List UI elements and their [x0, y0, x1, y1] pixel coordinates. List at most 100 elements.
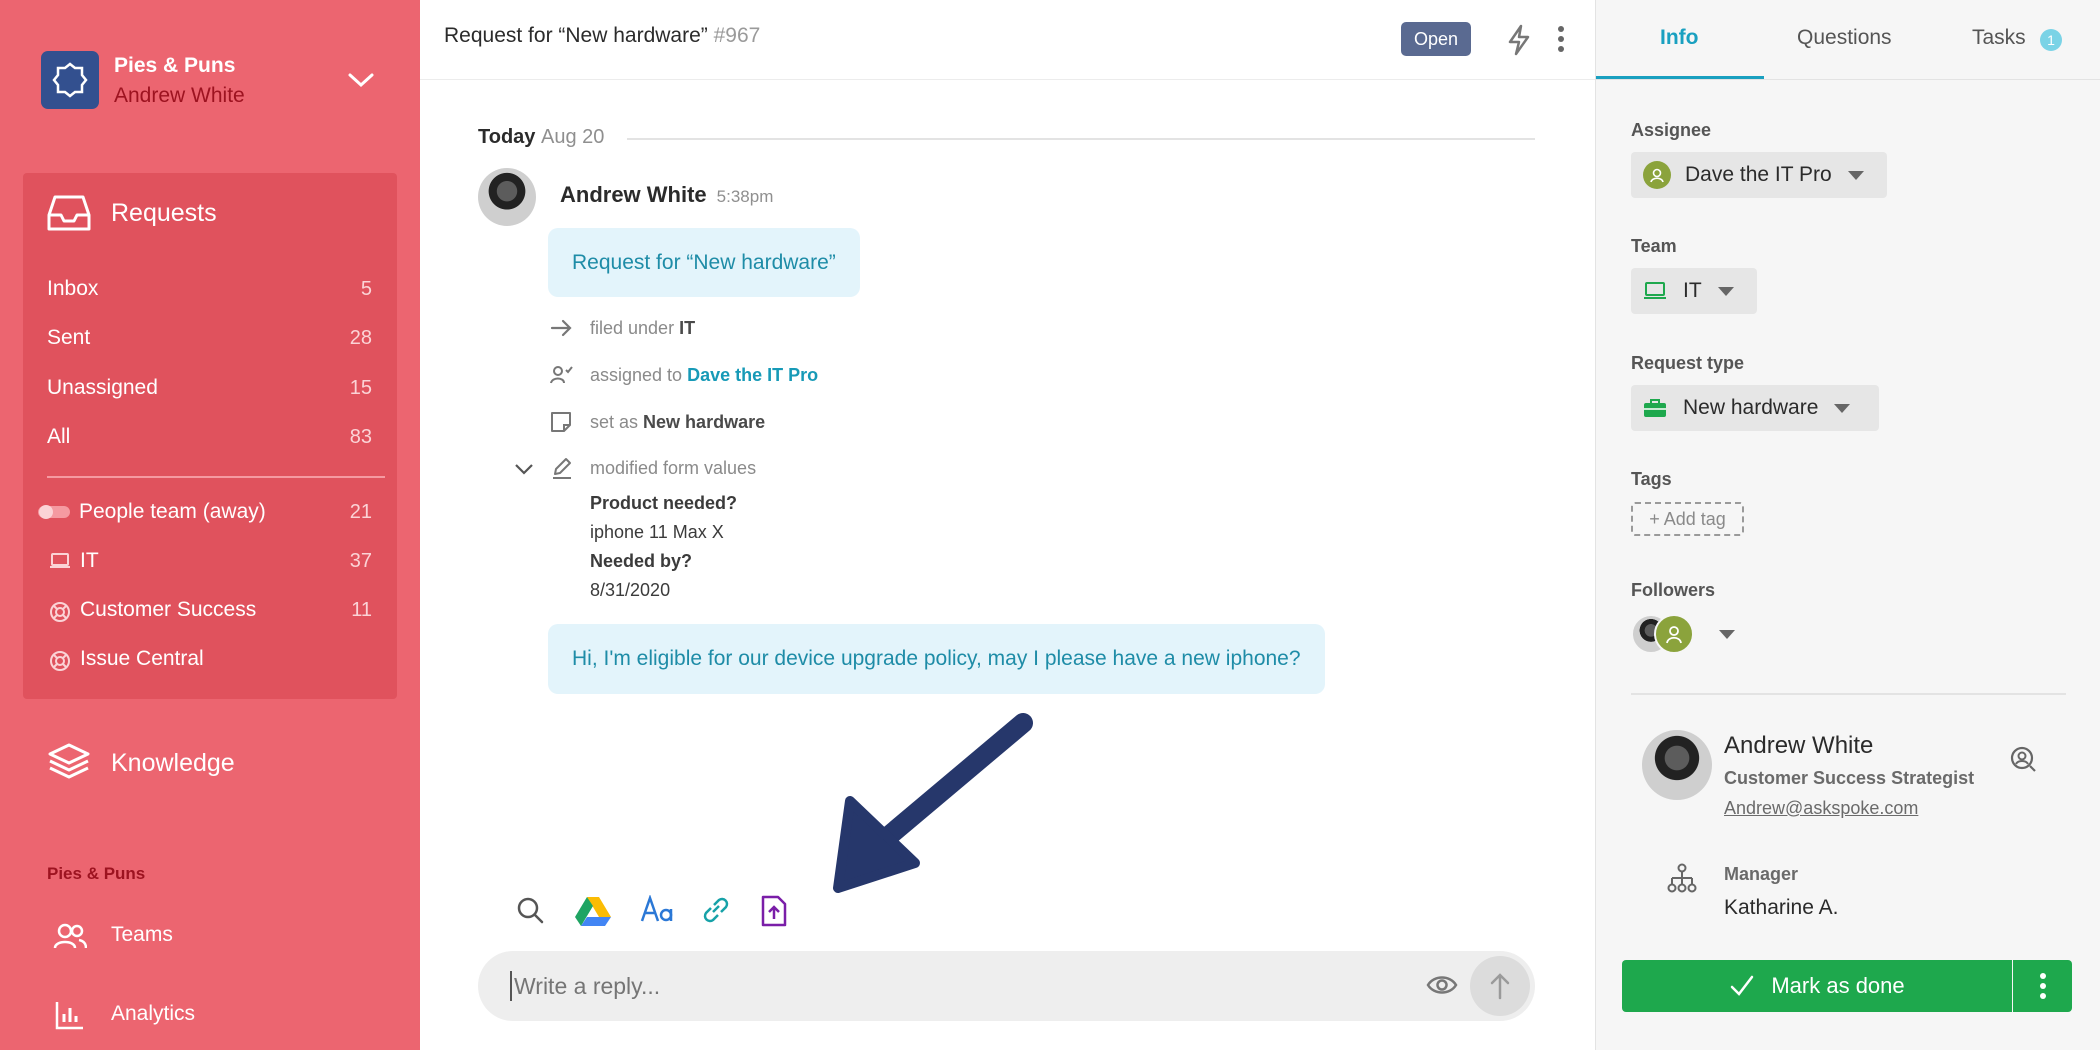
- panel-divider: [1631, 693, 2066, 695]
- message-bubble: Request for “New hardware”: [548, 228, 860, 297]
- chevron-down-icon[interactable]: [514, 462, 534, 476]
- reply-input[interactable]: [510, 971, 1410, 1001]
- arrow-right-icon: [550, 318, 574, 338]
- request-type-value: New hardware: [1683, 396, 1819, 419]
- knowledge-heading[interactable]: Knowledge: [111, 749, 235, 778]
- sidebar-item-customer-success[interactable]: Customer Success: [80, 598, 256, 622]
- tasks-count-badge: 1: [2040, 29, 2062, 51]
- mark-as-done-label: Mark as done: [1771, 973, 1905, 998]
- more-options-button[interactable]: [2013, 960, 2072, 1012]
- people-team-count: 21: [349, 501, 372, 523]
- form-answer-needed-by: 8/31/2020: [590, 580, 671, 600]
- team-label: Team: [1631, 236, 1677, 256]
- text-format-icon[interactable]: [640, 895, 674, 925]
- sidebar-item-it[interactable]: IT: [80, 549, 99, 573]
- request-type-select[interactable]: New hardware: [1631, 385, 1879, 431]
- workspace-logo[interactable]: [41, 51, 99, 109]
- sidebar-item-teams[interactable]: Teams: [111, 923, 173, 947]
- assignee-link[interactable]: Dave the IT Pro: [687, 365, 818, 385]
- event-set: set as New hardware: [590, 412, 765, 433]
- reply-composer: [478, 951, 1535, 1021]
- caret-down-icon: [1847, 170, 1864, 180]
- profile-name: Andrew White: [1724, 732, 1874, 759]
- arrow-up-icon: [1490, 973, 1510, 1000]
- more-vertical-icon: [2039, 973, 2046, 999]
- follower-avatar[interactable]: [1654, 614, 1694, 654]
- conversation-pane: Request for “New hardware” #967 Open Tod…: [420, 0, 1595, 1050]
- layers-icon: [47, 742, 91, 782]
- profile-email[interactable]: Andrew@askspoke.com: [1724, 798, 1918, 819]
- lifebuoy-icon: [49, 601, 71, 623]
- org-chart-icon: [1667, 863, 1697, 893]
- event-assigned-prefix: assigned to: [590, 365, 683, 385]
- workspace-name: Pies & Puns: [114, 54, 236, 77]
- toggle-off-icon[interactable]: [37, 504, 71, 520]
- note-icon: [550, 411, 572, 433]
- tab-questions[interactable]: Questions: [1797, 26, 1892, 50]
- more-vertical-icon[interactable]: [1556, 25, 1566, 53]
- assignee-label: Assignee: [1631, 120, 1712, 140]
- sidebar-divider: [47, 476, 385, 478]
- sidebar-item-sent[interactable]: Sent: [47, 326, 90, 350]
- avatar[interactable]: [478, 168, 536, 226]
- sidebar-item-all[interactable]: All: [47, 425, 70, 449]
- add-tag-button[interactable]: + Add tag: [1631, 502, 1744, 536]
- customer-success-count: 11: [351, 599, 372, 621]
- laptop-icon: [1643, 281, 1667, 301]
- form-answer-product: iphone 11 Max X: [590, 522, 724, 542]
- file-upload-icon[interactable]: [760, 895, 788, 927]
- request-type-label: Request type: [1631, 353, 1745, 373]
- event-modified: modified form values: [590, 458, 757, 478]
- eye-icon[interactable]: [1426, 973, 1458, 997]
- sidebar-item-analytics[interactable]: Analytics: [111, 1002, 195, 1026]
- google-drive-icon[interactable]: [575, 895, 611, 927]
- unassigned-count: 15: [349, 377, 372, 399]
- message-time: 5:38pm: [716, 187, 774, 206]
- manager-name: Katharine A.: [1724, 896, 1839, 919]
- tab-info[interactable]: Info: [1660, 26, 1698, 50]
- profile-role: Customer Success Strategist: [1724, 768, 1975, 788]
- workspace-user: Andrew White: [114, 84, 245, 107]
- event-set-value: New hardware: [643, 412, 766, 432]
- bar-chart-icon: [55, 1000, 85, 1030]
- status-badge[interactable]: Open: [1401, 22, 1471, 56]
- event-set-prefix: set as: [590, 412, 639, 432]
- it-count: 37: [349, 550, 372, 572]
- send-button[interactable]: [1470, 956, 1530, 1016]
- user-search-icon[interactable]: [2009, 745, 2037, 773]
- requests-heading[interactable]: Requests: [111, 199, 217, 228]
- request-title: Request for “New hardware” #967: [444, 24, 760, 48]
- form-question-product: Product needed?: [590, 493, 738, 513]
- workspace-section-label: Pies & Puns: [47, 864, 146, 883]
- user-assign-icon: [550, 363, 574, 387]
- message-bubble: Hi, I'm eligible for our device upgrade …: [548, 624, 1325, 694]
- team-select[interactable]: IT: [1631, 268, 1757, 314]
- day-divider-line: [627, 138, 1535, 140]
- assignee-avatar-icon: [1643, 161, 1671, 189]
- sidebar-item-unassigned[interactable]: Unassigned: [47, 376, 158, 400]
- sidebar: Pies & Puns Andrew White Requests Inbox …: [0, 0, 420, 1050]
- caret-down-icon: [1834, 403, 1851, 413]
- followers-label: Followers: [1631, 580, 1716, 600]
- sidebar-item-inbox[interactable]: Inbox: [47, 277, 98, 301]
- assignee-select[interactable]: Dave the IT Pro: [1631, 152, 1887, 198]
- form-question-needed-by: Needed by?: [590, 551, 693, 571]
- day-label: Today: [478, 126, 536, 148]
- sidebar-item-people-team[interactable]: People team (away): [79, 500, 266, 524]
- lightning-icon[interactable]: [1505, 24, 1533, 56]
- sidebar-item-issue-central[interactable]: Issue Central: [80, 647, 204, 671]
- chevron-down-icon[interactable]: [346, 70, 376, 90]
- check-icon: [1731, 975, 1754, 996]
- avatar[interactable]: [1642, 730, 1712, 800]
- day-date: Aug 20: [540, 126, 605, 148]
- search-icon[interactable]: [515, 895, 545, 925]
- laptop-icon: [49, 552, 71, 570]
- briefcase-icon: [1643, 397, 1667, 419]
- sent-count: 28: [349, 327, 372, 349]
- request-header: Request for “New hardware” #967 Open: [420, 0, 1595, 80]
- event-assigned: assigned to Dave the IT Pro: [590, 365, 818, 386]
- link-icon[interactable]: [700, 895, 732, 925]
- caret-down-icon[interactable]: [1719, 630, 1735, 639]
- mark-as-done-button[interactable]: Mark as done: [1622, 960, 2012, 1012]
- tab-tasks[interactable]: Tasks: [1972, 26, 2026, 50]
